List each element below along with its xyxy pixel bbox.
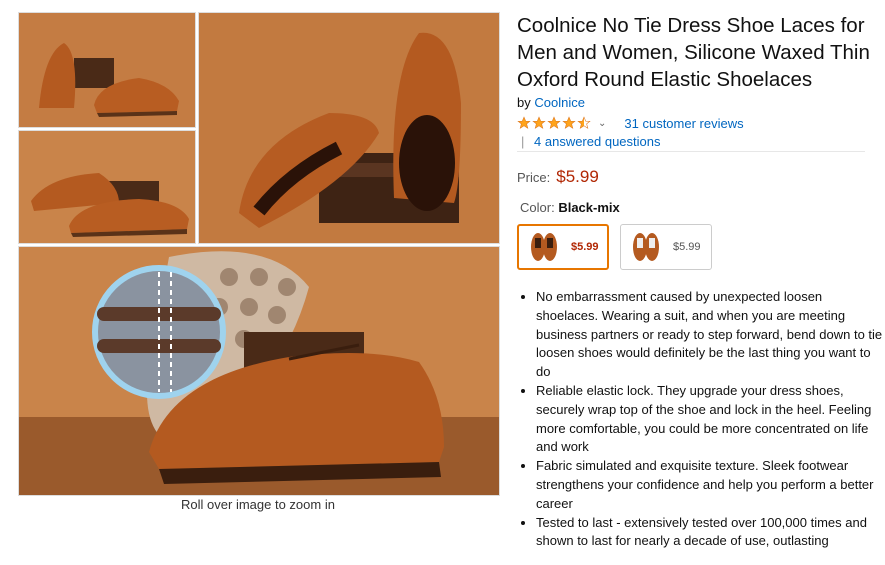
feature-bullet: Tested to last - extensively tested over… [536,514,884,552]
zoom-hint: Roll over image to zoom in [181,497,335,512]
product-image-thumb-1[interactable] [18,12,196,128]
shoe-photo-icon [199,13,499,243]
qa-row: | 4 answered questions [517,134,661,149]
color-label: Color: [520,200,555,215]
byline: by Coolnice [517,95,585,110]
brand-link[interactable]: Coolnice [534,95,585,110]
star-rating[interactable] [517,116,592,130]
feature-bullet: No embarrassment caused by unexpected lo… [536,288,884,382]
answered-questions-link[interactable]: 4 answered questions [534,134,660,149]
product-image-thumb-2[interactable] [18,130,196,244]
color-value: Black-mix [558,200,620,215]
divider [517,151,865,152]
star-full-icon [532,116,546,129]
byline-prefix: by [517,95,531,110]
price-value: $5.99 [556,167,599,186]
star-full-icon [562,116,576,129]
variant-price: $5.99 [571,241,599,253]
variant-price: $5.99 [673,241,701,253]
chevron-down-icon[interactable]: ⌄ [598,118,606,129]
separator: | [521,134,525,149]
product-image-main[interactable] [18,246,500,496]
customer-reviews-link[interactable]: 31 customer reviews [624,116,743,131]
variant-swatch-selected[interactable]: $5.99 [517,224,609,270]
color-row: Color: Black-mix [520,200,620,215]
rating-row: ⌄ 31 customer reviews [517,114,744,132]
star-full-icon [547,116,561,129]
feature-bullet: Fabric simulated and exquisite texture. … [536,457,884,513]
shoe-thumbnail-icon [633,233,659,261]
variant-swatch[interactable]: $5.99 [620,224,712,270]
price-row: Price: $5.99 [517,167,599,187]
product-title: Coolnice No Tie Dress Shoe Laces for Men… [517,14,870,91]
shoe-photo-icon [19,247,499,495]
price-label: Price: [517,170,551,185]
shoe-thumbnail-icon [531,233,557,261]
star-half-icon [577,116,591,129]
feature-bullet: Reliable elastic lock. They upgrade your… [536,382,884,457]
feature-bullets: No embarrassment caused by unexpected lo… [520,288,884,551]
shoe-photo-icon [19,131,195,243]
shoe-photo-icon [19,13,195,127]
product-image-thumb-3[interactable] [198,12,500,244]
star-full-icon [517,116,531,129]
